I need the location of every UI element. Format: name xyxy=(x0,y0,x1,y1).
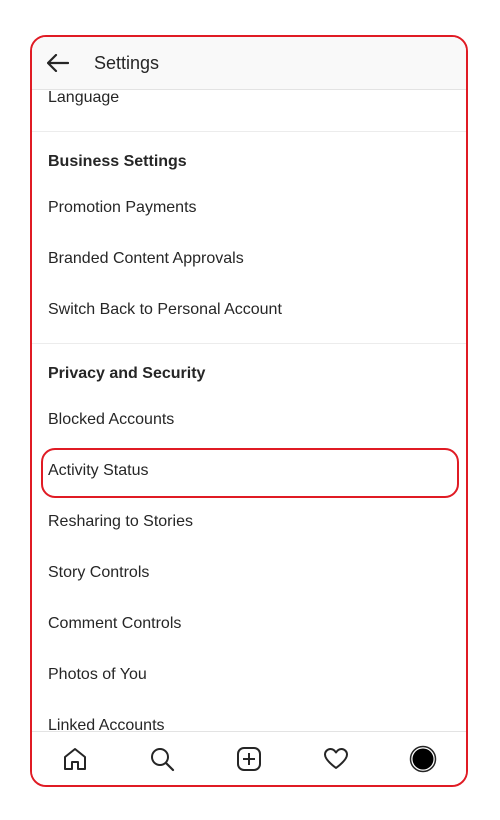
setting-activity-status[interactable]: Activity Status xyxy=(48,461,148,481)
divider xyxy=(32,343,466,344)
setting-branded-content-approvals[interactable]: Branded Content Approvals xyxy=(48,249,244,269)
setting-switch-to-personal[interactable]: Switch Back to Personal Account xyxy=(48,300,282,320)
home-icon[interactable] xyxy=(57,741,93,777)
bottom-tab-bar xyxy=(32,731,466,785)
new-post-icon[interactable] xyxy=(231,741,267,777)
setting-resharing-to-stories[interactable]: Resharing to Stories xyxy=(48,512,193,532)
settings-header: Settings xyxy=(32,37,466,90)
section-business-settings: Business Settings xyxy=(48,153,187,170)
setting-linked-accounts[interactable]: Linked Accounts xyxy=(48,716,165,732)
profile-icon[interactable] xyxy=(405,741,441,777)
setting-promotion-payments[interactable]: Promotion Payments xyxy=(48,198,197,218)
back-arrow-icon[interactable] xyxy=(46,51,70,75)
section-privacy-and-security: Privacy and Security xyxy=(48,365,206,382)
search-icon[interactable] xyxy=(144,741,180,777)
divider xyxy=(32,131,466,132)
setting-language[interactable]: Language xyxy=(48,89,119,108)
settings-list: Language Business Settings Promotion Pay… xyxy=(32,89,466,732)
setting-blocked-accounts[interactable]: Blocked Accounts xyxy=(48,410,174,430)
setting-story-controls[interactable]: Story Controls xyxy=(48,563,149,583)
phone-frame: Settings Language Business Settings Prom… xyxy=(30,35,468,787)
activity-heart-icon[interactable] xyxy=(318,741,354,777)
page-title: Settings xyxy=(94,52,160,73)
setting-photos-of-you[interactable]: Photos of You xyxy=(48,665,147,685)
setting-comment-controls[interactable]: Comment Controls xyxy=(48,614,181,634)
